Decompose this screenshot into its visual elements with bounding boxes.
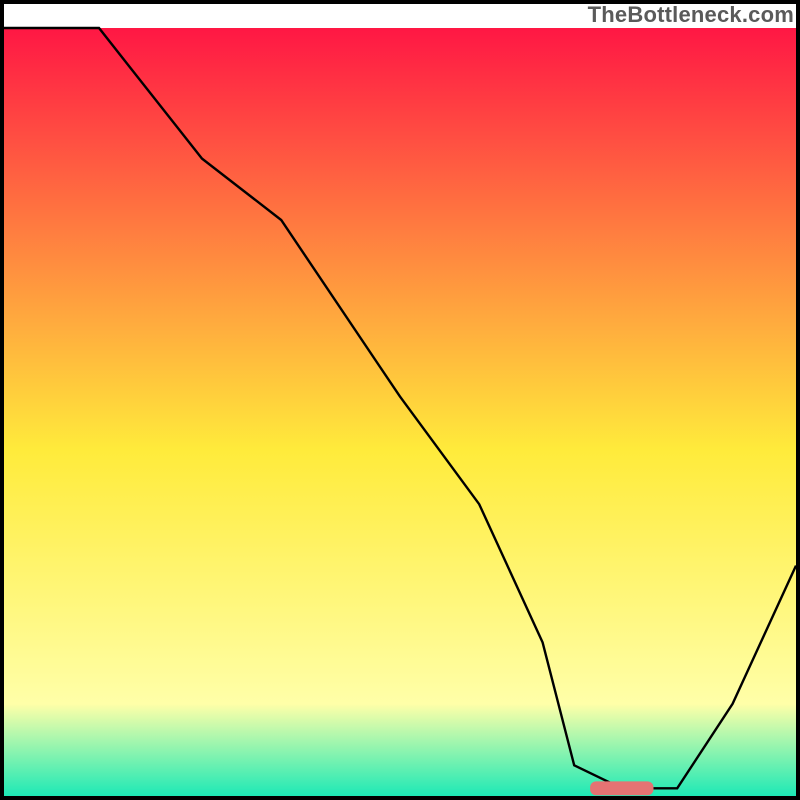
gradient-background — [4, 28, 796, 796]
chart-container: TheBottleneck.com — [0, 0, 800, 800]
watermark-text: TheBottleneck.com — [588, 2, 794, 28]
optimal-marker — [590, 781, 653, 795]
bottleneck-chart — [0, 0, 800, 800]
plot-area — [4, 28, 796, 796]
